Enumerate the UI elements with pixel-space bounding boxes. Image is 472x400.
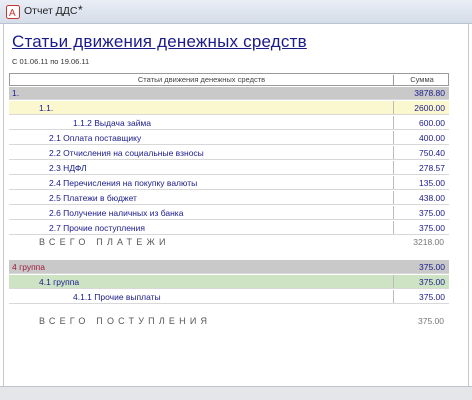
modified-indicator: * — [78, 3, 83, 17]
report-period: С 01.06.11 по 19.06.11 — [12, 57, 90, 66]
table-row[interactable]: 2.5 Платежи в бюджет 438.00 — [9, 191, 449, 205]
row-label: 2.7 Прочие поступления — [49, 223, 145, 233]
group-label: 1. — [12, 88, 20, 98]
table-row[interactable]: 2.4 Перечисления на покупку валюты 135.0… — [9, 176, 449, 190]
column-header-name: Статьи движения денежных средств — [10, 75, 394, 86]
subgroup-label: 4.1 группа — [39, 277, 80, 287]
subgroup-row-1[interactable]: 1.1. 2600.00 — [9, 101, 449, 115]
table-row[interactable]: 2.2 Отчисления на социальные взносы 750.… — [9, 146, 449, 160]
total-receipts-label: ВСЕГО ПОСТУПЛЕНИЯ — [39, 316, 212, 326]
row-label: 2.4 Перечисления на покупку валюты — [49, 178, 198, 188]
total-payments-sum: 3218.00 — [413, 237, 444, 247]
row-label: 4.1.1 Прочие выплаты — [73, 292, 161, 302]
row-sum: 600.00 — [419, 118, 445, 128]
row-sum: 135.00 — [419, 178, 445, 188]
subgroup-row-2[interactable]: 4.1 группа 375.00 — [9, 275, 449, 289]
table-row[interactable]: 2.7 Прочие поступления 375.00 — [9, 221, 449, 235]
table-row[interactable]: 2.3 НДФЛ 278.57 — [9, 161, 449, 175]
window-titlebar: A Отчет ДДС * — [0, 0, 472, 24]
subgroup-label: 1.1. — [39, 103, 54, 113]
subgroup-sum: 375.00 — [419, 277, 445, 287]
table-row[interactable]: 4.1.1 Прочие выплаты 375.00 — [9, 290, 449, 304]
row-sum: 750.40 — [419, 148, 445, 158]
subgroup-sum: 2600.00 — [414, 103, 445, 113]
group-row-2[interactable]: 4 группа 375.00 — [9, 260, 449, 274]
column-header-sum: Сумма — [410, 75, 434, 84]
window-title: Отчет ДДС — [24, 5, 78, 17]
report-page: Статьи движения денежных средств С 01.06… — [3, 24, 469, 398]
total-payments-label: ВСЕГО ПЛАТЕЖИ — [39, 237, 170, 247]
group-label: 4 группа — [12, 262, 46, 272]
table-row[interactable]: 2.6 Получение наличных из банка 375.00 — [9, 206, 449, 220]
table-row[interactable]: 1.1.2 Выдача займа 600.00 — [9, 116, 449, 130]
group-sum: 375.00 — [419, 262, 445, 272]
status-bar — [0, 386, 472, 400]
table-row[interactable]: 2.1 Оплата поставщику 400.00 — [9, 131, 449, 145]
group-row-1[interactable]: 1. 3878.80 — [9, 87, 449, 100]
row-sum: 375.00 — [419, 223, 445, 233]
row-sum: 278.57 — [419, 163, 445, 173]
row-sum: 400.00 — [419, 133, 445, 143]
total-receipts-sum: 375.00 — [418, 316, 444, 326]
row-label: 2.6 Получение наличных из банка — [49, 208, 184, 218]
row-label: 1.1.2 Выдача займа — [73, 118, 152, 128]
report-title: Статьи движения денежных средств — [12, 32, 307, 51]
row-label: 2.3 НДФЛ — [49, 163, 87, 173]
app-icon: A — [6, 5, 20, 19]
table-header: Статьи движения денежных средств Сумма — [9, 73, 449, 86]
row-label: 2.1 Оплата поставщику — [49, 133, 142, 143]
group-sum: 3878.80 — [414, 88, 445, 98]
row-sum: 438.00 — [419, 193, 445, 203]
row-label: 2.2 Отчисления на социальные взносы — [49, 148, 204, 158]
row-label: 2.5 Платежи в бюджет — [49, 193, 137, 203]
row-sum: 375.00 — [419, 292, 445, 302]
row-sum: 375.00 — [419, 208, 445, 218]
svg-text:A: A — [9, 8, 16, 19]
